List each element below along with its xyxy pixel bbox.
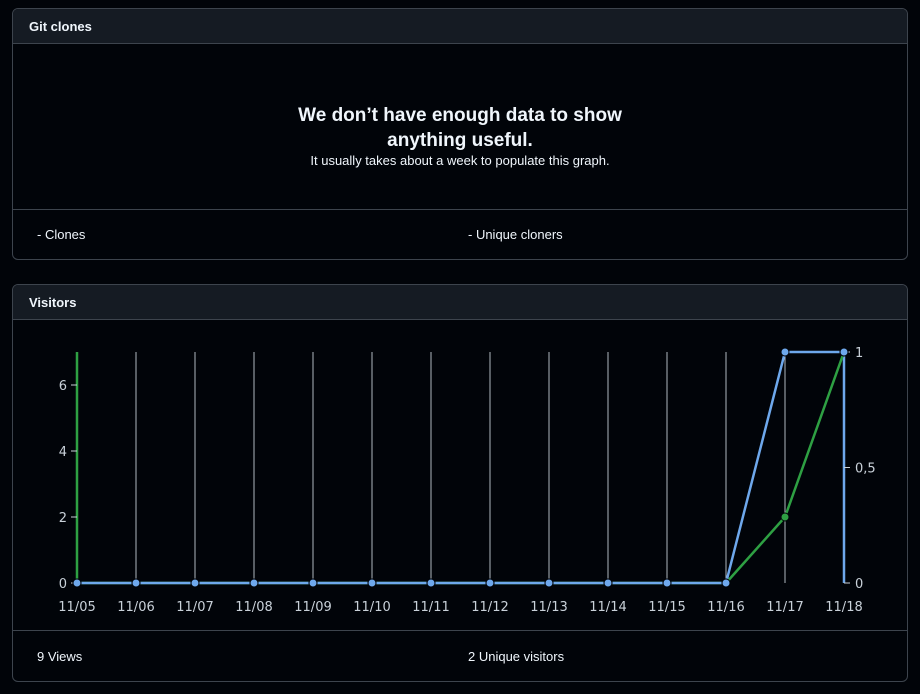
unique-visitors-data-point: [721, 578, 731, 588]
x-tick-label: 11/05: [58, 600, 95, 615]
views-data-point: [780, 512, 790, 522]
right-tick-label: 1: [855, 346, 863, 361]
x-tick-label: 11/06: [117, 600, 154, 615]
unique-visitors-data-point: [131, 578, 141, 588]
git-clones-title: Git clones: [29, 18, 92, 34]
clones-empty-title: We don’t have enough data to show anythi…: [298, 105, 622, 151]
unique-visitors-series-line: [77, 350, 844, 585]
x-tick-label: 11/10: [353, 600, 390, 615]
visitors-chart: 0 2 4 6 0 0,5 1 11/05 11/06 11/07 11/08 11/09 11/10 1…: [58, 346, 876, 615]
unique-visitors-data-point: [190, 578, 200, 588]
views-series-line: [77, 351, 846, 585]
x-tick-label: 11/15: [648, 600, 685, 615]
unique-visitors-data-point: [603, 578, 613, 588]
left-tick-label: 4: [59, 445, 67, 460]
x-tick-label: 11/18: [825, 600, 862, 615]
views-count: 9 Views: [37, 648, 83, 664]
git-clones-header: Git clones: [13, 9, 907, 44]
clones-legend: - Clones - Unique cloners: [13, 209, 907, 259]
left-tick-label: 0: [59, 577, 67, 592]
clones-empty-subtitle: It usually takes about a week to populat…: [310, 153, 610, 168]
unique-cloners-legend-item: - Unique cloners: [468, 227, 563, 242]
unique-visitors-data-point: [72, 578, 82, 588]
x-tick-label: 11/09: [294, 600, 331, 615]
unique-visitors-data-point: [662, 578, 672, 588]
x-tick-label: 11/13: [530, 600, 567, 615]
unique-visitors-data-point: [485, 578, 495, 588]
x-tick-label: 11/08: [235, 600, 272, 615]
left-tick-label: 2: [59, 511, 67, 526]
clones-blank-state: We don’t have enough data to show anythi…: [13, 103, 907, 168]
x-tick-label: 11/17: [766, 600, 803, 615]
right-tick-label: 0: [855, 577, 863, 592]
x-tick-label: 11/11: [412, 600, 449, 615]
unique-visitors-data-point: [544, 578, 554, 588]
visitors-panel: Visitors 0 2 4 6 0 0,5 1 11/05 11/06 11/07 11/08 11…: [12, 284, 908, 682]
unique-visitors-data-point: [367, 578, 377, 588]
x-tick-label: 11/07: [176, 600, 213, 615]
unique-visitors-count: 2 Unique visitors: [468, 648, 565, 664]
unique-visitors-data-point: [839, 347, 849, 357]
x-tick-label: 11/16: [707, 600, 744, 615]
unique-visitors-data-point: [249, 578, 259, 588]
left-tick-label: 6: [59, 379, 67, 394]
x-tick-label: 11/12: [471, 600, 508, 615]
right-tick-label: 0,5: [855, 462, 876, 477]
clones-legend-item: - Clones: [37, 227, 86, 242]
unique-visitors-data-point: [308, 578, 318, 588]
x-tick-label: 11/14: [589, 600, 626, 615]
visitors-legend: 9 Views 2 Unique visitors: [13, 630, 907, 681]
git-clones-panel: Git clones We don’t have enough data to …: [12, 8, 908, 260]
unique-visitors-data-point: [780, 347, 790, 357]
unique-visitors-data-point: [426, 578, 436, 588]
